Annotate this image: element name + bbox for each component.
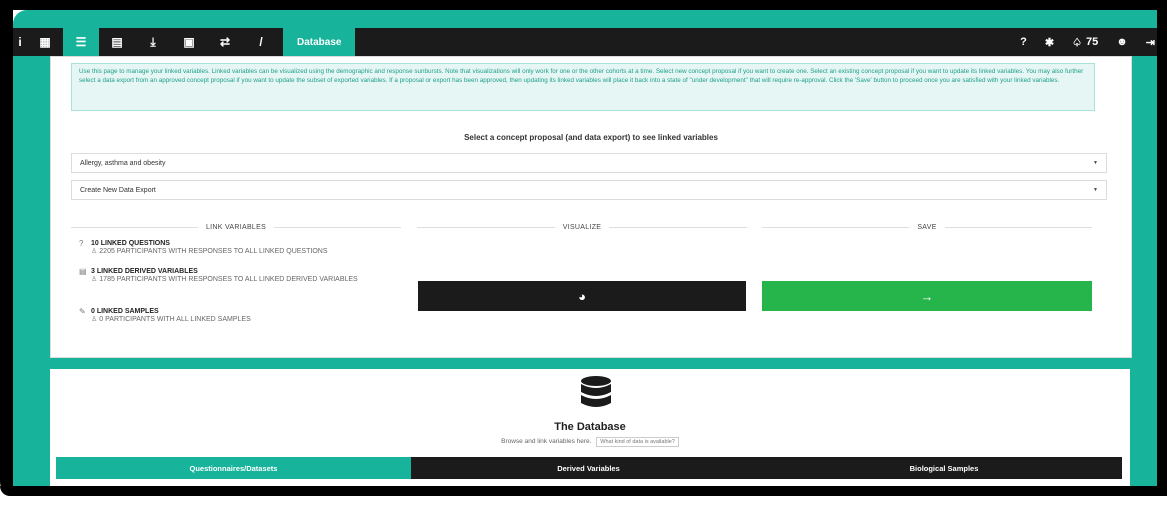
arrow-right-icon: → <box>920 288 934 304</box>
section-link-label: LINK VARIABLES <box>205 223 267 231</box>
section-visualize: VISUALIZE <box>417 221 747 233</box>
tab-biological-samples[interactable]: Biological Samples <box>766 457 1122 479</box>
window-frame-left <box>0 0 13 494</box>
tab-database[interactable]: Database <box>283 28 356 56</box>
notification-count: 75 <box>1085 36 1099 48</box>
data-export-value: Create New Data Export <box>80 186 156 194</box>
participant-icon: ♙ <box>91 316 98 323</box>
download-icon[interactable]: ⤓ <box>135 28 171 56</box>
linked-samples-title: 0 LINKED SAMPLES <box>91 308 159 315</box>
window-frame-top <box>0 0 1167 10</box>
caret-down-icon: ▼ <box>1093 160 1098 166</box>
database-card: The Database Browse and link variables h… <box>50 369 1130 486</box>
grid-icon[interactable]: ▦ <box>27 28 63 56</box>
data-export-select[interactable]: Create New Data Export ▼ <box>71 180 1107 200</box>
participant-icon: ♙ <box>91 248 98 255</box>
slash-icon[interactable]: / <box>243 28 279 56</box>
linked-questions[interactable]: ? 10 LINKED QUESTIONS ♙ 2205 PARTICIPANTS … <box>79 239 328 256</box>
data-available-hint-button[interactable]: What kind of data is available? <box>596 437 679 447</box>
concept-proposal-value: Allergy, asthma and obesity <box>80 159 166 167</box>
user-icon[interactable]: ☻ <box>1107 36 1137 48</box>
info-alert: Use this page to manage your linked vari… <box>71 63 1095 111</box>
linked-derived-title: 3 LINKED DERIVED VARIABLES <box>91 268 198 275</box>
logout-icon[interactable]: ⇥ <box>1137 36 1157 49</box>
select-proposal-title: Select a concept proposal (and data expo… <box>464 133 718 142</box>
section-visualize-label: VISUALIZE <box>562 223 602 231</box>
caret-down-icon: ▼ <box>1093 187 1098 193</box>
database-title: The Database <box>554 421 626 433</box>
linked-derived-variables[interactable]: ▤ 3 LINKED DERIVED VARIABLES ♙ 1785 PARTIC… <box>79 267 359 284</box>
info-icon[interactable]: i <box>13 28 27 56</box>
window-frame-right <box>1157 0 1167 496</box>
database-subtitle: Browse and link variables here. What kin… <box>50 437 1130 447</box>
bug-icon[interactable]: ✱ <box>1036 36 1063 49</box>
exchange-icon[interactable]: ⇄ <box>207 28 243 56</box>
save-button[interactable]: → <box>762 281 1092 311</box>
document-icon[interactable]: ▤ <box>99 28 135 56</box>
question-icon: ? <box>79 239 84 248</box>
section-save: SAVE <box>762 221 1093 233</box>
app: i ▦ ☰ ▤ ⤓ ▣ ⇄ / Database ? ✱ ♤ 75 ☻ ⇥ Us… <box>13 10 1157 486</box>
calculator-icon: ▤ <box>79 267 87 276</box>
linked-samples-sub: 0 PARTICIPANTS WITH ALL LINKED SAMPLES <box>99 316 251 323</box>
save-icon[interactable]: ▣ <box>171 28 207 56</box>
linked-questions-title: 10 LINKED QUESTIONS <box>91 240 170 247</box>
section-save-label: SAVE <box>917 223 937 231</box>
window-frame-bottom <box>0 486 1167 496</box>
tab-derived-variables[interactable]: Derived Variables <box>411 457 766 479</box>
database-icon[interactable]: ☰ <box>63 28 99 56</box>
participant-icon: ♙ <box>91 276 98 283</box>
concept-proposal-select[interactable]: Allergy, asthma and obesity ▼ <box>71 153 1107 173</box>
notifications-button[interactable]: ♤ 75 <box>1063 36 1107 49</box>
pipette-icon: ✎ <box>79 307 86 316</box>
linked-questions-sub: 2205 PARTICIPANTS WITH RESPONSES TO ALL … <box>99 248 328 255</box>
visualize-button[interactable]: ◕ <box>418 281 746 311</box>
navbar-right: ? ✱ ♤ 75 ☻ ⇥ <box>1011 28 1157 56</box>
bell-icon: ♤ <box>1072 36 1082 49</box>
linked-variables-card: Use this page to manage your linked vari… <box>50 56 1132 358</box>
database-subtitle-text: Browse and link variables here. <box>501 438 592 445</box>
help-icon[interactable]: ? <box>1011 36 1036 48</box>
database-tabs: Questionnaires/Datasets Derived Variable… <box>56 457 1122 479</box>
linked-samples[interactable]: ✎ 0 LINKED SAMPLES ♙ 0 PARTICIPANTS WITH A… <box>79 307 251 324</box>
pie-chart-icon: ◕ <box>578 288 586 304</box>
top-navbar: i ▦ ☰ ▤ ⤓ ▣ ⇄ / Database ? ✱ ♤ 75 ☻ ⇥ <box>13 28 1157 56</box>
section-link-variables: LINK VARIABLES <box>71 221 402 233</box>
database-stack-icon <box>581 376 611 407</box>
tab-questionnaires-datasets[interactable]: Questionnaires/Datasets <box>56 457 411 479</box>
linked-derived-sub: 1785 PARTICIPANTS WITH RESPONSES TO ALL … <box>99 276 358 283</box>
